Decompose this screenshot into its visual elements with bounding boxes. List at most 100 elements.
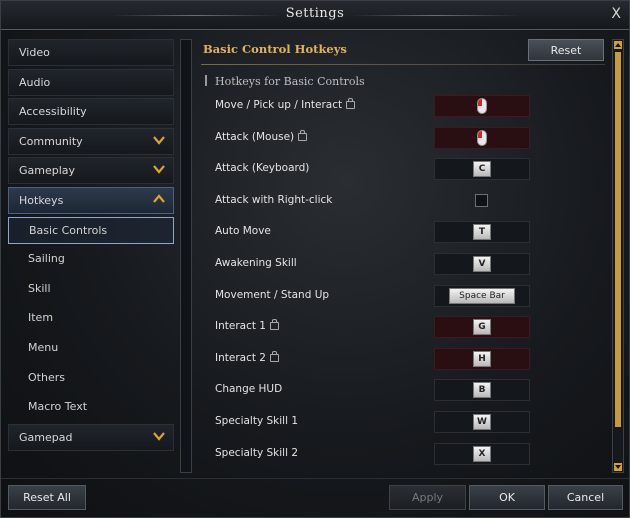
sidebar-item-label: Gamepad xyxy=(19,430,73,444)
hotkey-row-attack-keyboard: Attack (Keyboard) C xyxy=(197,158,607,182)
scroll-up-icon[interactable] xyxy=(614,41,622,49)
sidebar-item-gameplay[interactable]: Gameplay xyxy=(8,157,174,185)
sidebar-item-label: Audio xyxy=(19,75,51,89)
mouse-left-click-icon xyxy=(477,98,487,114)
hotkey-slot[interactable]: G xyxy=(434,316,530,339)
scroll-down-icon[interactable] xyxy=(614,463,622,471)
sidebar-subitem-macro-text[interactable]: Macro Text xyxy=(8,394,174,421)
ok-button[interactable]: OK xyxy=(469,485,545,510)
hotkey-slot[interactable]: Space Bar xyxy=(434,284,530,307)
hotkey-slot[interactable]: H xyxy=(434,347,530,370)
hotkey-slot[interactable]: W xyxy=(434,411,530,433)
sidebar-subitem-label: Others xyxy=(28,370,65,384)
key-cap: W xyxy=(473,414,491,430)
key-cap: G xyxy=(473,319,491,336)
key-cap: C xyxy=(473,161,491,178)
sidebar-subitem-label: Macro Text xyxy=(28,400,88,414)
hotkey-row-specialty-skill-1: Specialty Skill 1 W xyxy=(197,411,607,435)
apply-button[interactable]: Apply xyxy=(389,485,466,510)
sidebar-subitem-basic-controls[interactable]: Basic Controls xyxy=(8,216,174,244)
hotkey-name: Interact 1 xyxy=(215,320,266,333)
sidebar-item-label: Community xyxy=(19,134,83,148)
sidebar-subitem-skill[interactable]: Skill xyxy=(8,276,174,303)
section-title: Basic Control Hotkeys xyxy=(203,42,347,56)
sidebar-item-label: Accessibility xyxy=(19,105,87,119)
hotkey-slot[interactable] xyxy=(434,126,530,149)
sidebar-subitem-label: Item xyxy=(28,311,54,325)
chevron-down-icon xyxy=(151,162,167,178)
close-icon[interactable]: X xyxy=(611,6,621,22)
lock-icon xyxy=(270,319,279,331)
subsection-heading: Hotkeys for Basic Controls xyxy=(205,75,365,88)
lock-icon xyxy=(298,129,308,141)
sidebar-subitem-label: Skill xyxy=(28,281,51,295)
sidebar-subitem-item[interactable]: Item xyxy=(8,305,174,332)
main-scrollbar[interactable] xyxy=(612,39,624,473)
sidebar-subitem-label: Basic Controls xyxy=(29,223,108,237)
hotkeys-panel: Basic Control Hotkeys Reset Hotkeys for … xyxy=(197,39,607,473)
mouse-left-click-icon xyxy=(477,129,487,146)
hotkey-row-specialty-skill-2: Specialty Skill 2 X xyxy=(197,442,607,467)
chevron-down-icon xyxy=(151,133,167,149)
hotkey-slot[interactable]: C xyxy=(434,158,530,181)
chevron-down-icon xyxy=(151,429,167,445)
hotkey-name: Specialty Skill 1 xyxy=(215,415,299,427)
hotkey-name: Awakening Skill xyxy=(215,257,297,269)
hotkey-row-move: Move / Pick up / Interact xyxy=(197,95,607,119)
sidebar-item-label: Gameplay xyxy=(19,164,76,178)
sidebar-item-hotkeys[interactable]: Hotkeys xyxy=(8,186,174,214)
hotkey-name: Movement / Stand Up xyxy=(215,288,330,301)
hotkey-slot[interactable]: V xyxy=(434,253,530,275)
settings-sidebar: Video Audio Accessibility Community Game… xyxy=(8,39,174,453)
sidebar-subitem-label: Menu xyxy=(28,340,59,354)
hotkey-row-attack-right-click: Attack with Right-click xyxy=(197,190,607,214)
sidebar-item-video[interactable]: Video xyxy=(8,39,174,66)
hotkey-label: Interact 2 xyxy=(215,350,279,364)
hotkey-slot[interactable]: T xyxy=(434,221,530,244)
key-cap: X xyxy=(473,445,491,462)
sidebar-item-audio[interactable]: Audio xyxy=(8,68,174,96)
sidebar-item-gamepad[interactable]: Gamepad xyxy=(8,423,174,451)
chevron-up-icon xyxy=(151,192,167,208)
hotkey-slot[interactable] xyxy=(434,95,530,117)
key-cap: Space Bar xyxy=(449,287,515,304)
subsection-heading-text: Hotkeys for Basic Controls xyxy=(215,75,365,88)
hotkey-name: Attack (Mouse) xyxy=(215,130,295,143)
hotkey-label: Move / Pick up / Interact xyxy=(215,98,356,111)
hotkey-name: Move / Pick up / Interact xyxy=(215,99,343,111)
sidebar-item-label: Hotkeys xyxy=(19,193,64,207)
sidebar-item-accessibility[interactable]: Accessibility xyxy=(8,98,174,126)
key-cap: V xyxy=(473,256,491,272)
hotkey-row-change-hud: Change HUD B xyxy=(197,379,607,403)
sidebar-subitem-others[interactable]: Others xyxy=(8,365,174,392)
heading-marker xyxy=(205,75,207,86)
sidebar-scrollbar[interactable] xyxy=(180,39,192,473)
sidebar-subitem-sailing[interactable]: Sailing xyxy=(8,246,174,273)
hotkey-row-interact-2: Interact 2 H xyxy=(197,347,607,372)
hotkey-name: Auto Move xyxy=(215,225,271,238)
right-click-attack-checkbox[interactable] xyxy=(475,193,488,207)
footer-divider xyxy=(1,478,629,479)
hotkey-row-attack-mouse: Attack (Mouse) xyxy=(197,126,607,151)
key-cap: T xyxy=(473,224,491,241)
reset-all-button[interactable]: Reset All xyxy=(8,485,86,510)
reset-button[interactable]: Reset xyxy=(528,39,604,61)
hotkey-row-auto-move: Auto Move T xyxy=(197,221,607,245)
sidebar-subitem-label: Sailing xyxy=(28,252,65,266)
hotkey-slot[interactable]: B xyxy=(434,379,530,402)
key-cap: H xyxy=(473,350,491,367)
sidebar-subitem-menu[interactable]: Menu xyxy=(8,335,174,362)
hotkey-row-movement: Movement / Stand Up Space Bar xyxy=(197,284,607,309)
sidebar-item-community[interactable]: Community xyxy=(8,127,174,155)
hotkey-slot[interactable]: X xyxy=(434,442,530,465)
lock-icon xyxy=(270,350,279,362)
divider xyxy=(201,64,605,65)
cancel-button[interactable]: Cancel xyxy=(548,485,623,510)
key-cap: B xyxy=(473,382,491,399)
hotkey-name: Interact 2 xyxy=(215,351,266,364)
sidebar-item-label: Video xyxy=(19,46,50,59)
hotkey-row-awakening-skill: Awakening Skill V xyxy=(197,253,607,277)
scrollbar-thumb[interactable] xyxy=(615,52,621,427)
hotkey-name: Specialty Skill 2 xyxy=(215,446,299,459)
lock-icon xyxy=(346,98,356,109)
